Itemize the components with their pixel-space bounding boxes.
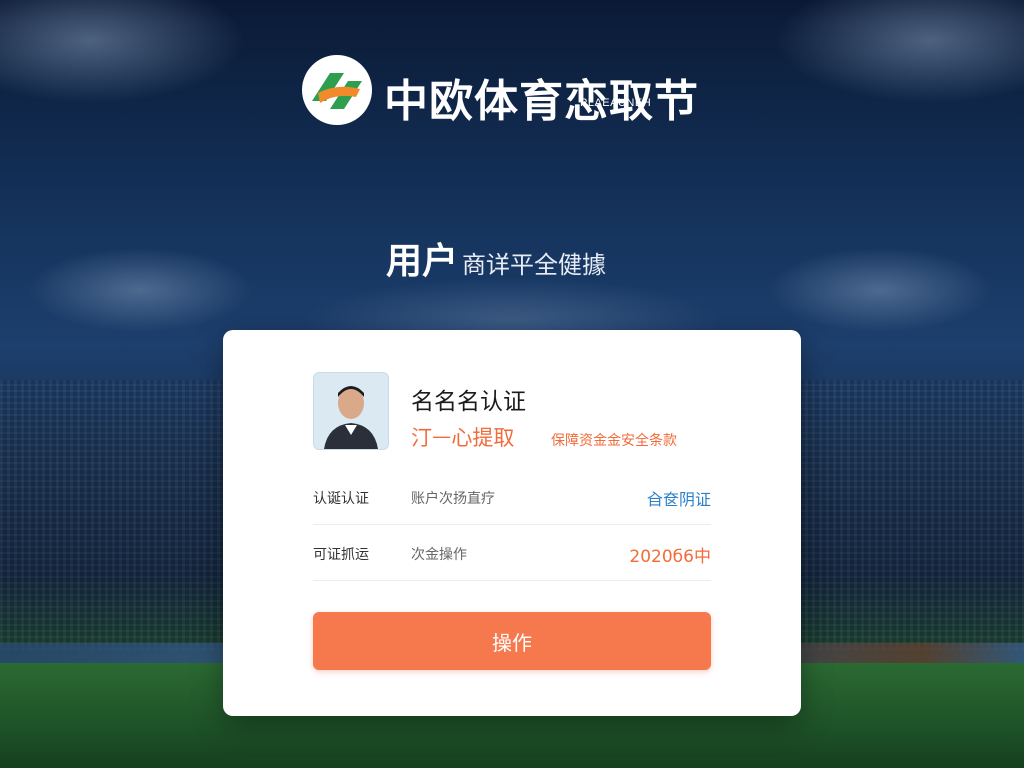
row-key: 认诞认证 — [313, 491, 369, 507]
brand-header: 中欧体育恋取节 PLAEAUNEH — [300, 52, 698, 128]
brand-logo-icon — [302, 55, 372, 125]
user-name: 名名名认证 — [411, 389, 526, 415]
page-subtitle: 用户 商详平全健據 — [386, 232, 606, 284]
brand-subtitle: PLAEAUNEH — [580, 97, 652, 109]
user-photo — [313, 372, 389, 450]
row-key: 可证抓运 — [313, 547, 369, 563]
withdraw-label: 汀ᅳ心提取 — [411, 426, 515, 450]
guarantee-link[interactable]: 保障资金金安全条款 — [551, 430, 677, 450]
row-middle: 账户次扬直疗 — [411, 491, 495, 507]
row-value-link[interactable]: 㒲奁阴证 — [647, 486, 711, 510]
info-row: 认诞认证 账户次扬直疗 㒲奁阴证 — [313, 468, 711, 525]
info-row: 可证抓运 次金操作 2020б6中 — [313, 524, 711, 581]
verification-card: 名名名认证 汀ᅳ心提取 保障资金金安全条款 认诞认证 账户次扬直疗 㒲奁阴证 可… — [223, 330, 801, 716]
page-subtitle-light: 商详平全健據 — [462, 251, 607, 279]
brand-title: 中欧体育恋取节 — [384, 76, 699, 127]
row-value: 2020б6中 — [629, 547, 711, 567]
user-photo-icon — [314, 373, 388, 449]
action-button[interactable]: 操作 — [313, 612, 711, 670]
row-middle: 次金操作 — [411, 547, 467, 563]
page-subtitle-strong: 用户 — [386, 241, 459, 282]
